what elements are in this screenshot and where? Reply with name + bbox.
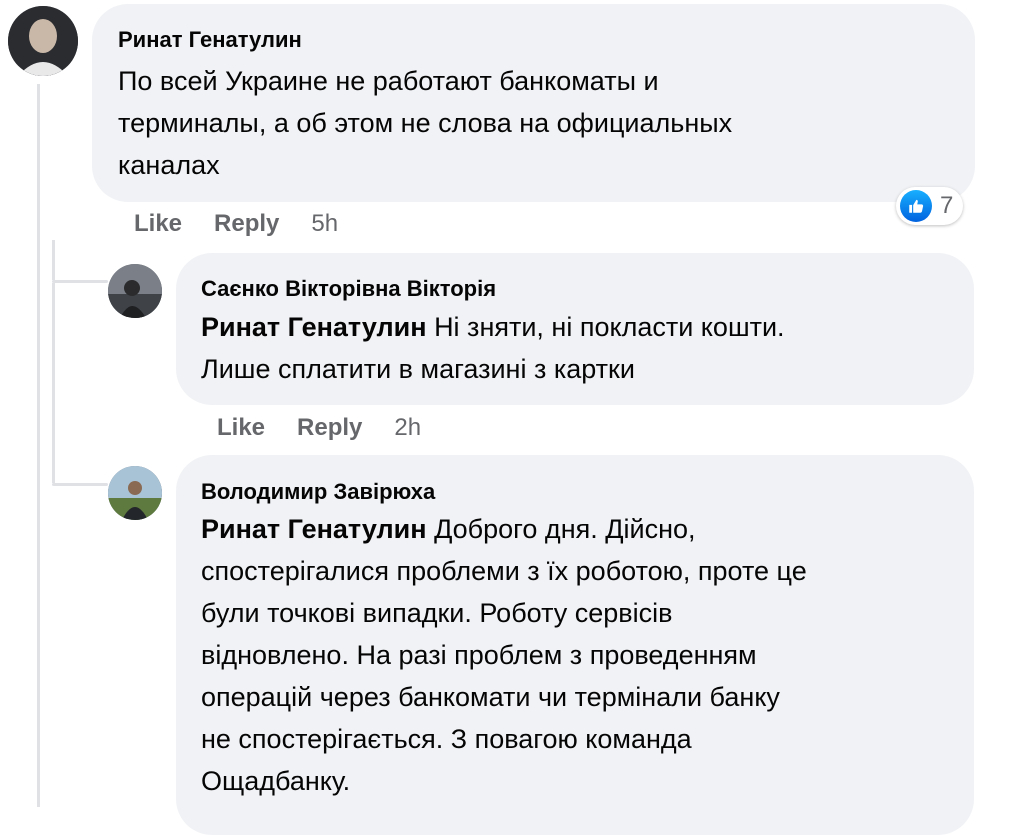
comment-timestamp[interactable]: 5h	[311, 210, 338, 238]
avatar-photo	[108, 466, 162, 520]
thread-branch-reply-1	[52, 240, 55, 280]
thread-branch-reply-2-connector	[52, 483, 108, 486]
mention-link[interactable]: Ринат Генатулин	[201, 514, 427, 544]
comment-text-line: операцій через банкомати чи термінали ба…	[201, 682, 780, 712]
comment-text-line: не спостерігається. З повагою команда	[201, 724, 692, 754]
comment-actions: Like Reply 5h	[134, 210, 338, 238]
comment-text: Ринат Генатулин Доброго дня. Дійсно, спо…	[201, 508, 961, 802]
avatar-photo	[108, 264, 162, 318]
comment-text-fragment: Ні зняти, ні покласти кошти.	[434, 312, 785, 342]
comment-text-line: були точкові випадки. Роботу сервісів	[201, 598, 673, 628]
avatar-photo	[8, 6, 78, 76]
comment-text-line: Лише сплатити в магазині з картки	[201, 354, 635, 384]
reaction-count: 7	[940, 192, 954, 219]
thread-branch-reply-2	[52, 283, 55, 483]
comment-author[interactable]: Володимир Завірюха	[201, 479, 435, 505]
comment-text: По всей Украине не работают банкоматы и …	[118, 60, 958, 186]
reaction-summary[interactable]: 7	[896, 187, 964, 225]
comment-text: Ринат Генатулин Ні зняти, ні покласти ко…	[201, 306, 961, 390]
mention-link[interactable]: Ринат Генатулин	[201, 312, 427, 342]
reply-button[interactable]: Reply	[214, 210, 279, 238]
comment-author[interactable]: Саєнко Вікторівна Вікторія	[201, 276, 496, 302]
avatar[interactable]	[108, 264, 162, 318]
comment-text-line: Ринат Генатулин Доброго дня. Дійсно,	[201, 508, 961, 550]
thumbs-up-icon	[900, 190, 932, 222]
thread-line-main	[37, 84, 40, 807]
comment-timestamp[interactable]: 2h	[394, 414, 421, 442]
like-button[interactable]: Like	[217, 414, 265, 442]
comment-text-line: відновлено. На разі проблем з проведення…	[201, 640, 757, 670]
like-button[interactable]: Like	[134, 210, 182, 238]
comment-text-line: Ринат Генатулин Ні зняти, ні покласти ко…	[201, 306, 961, 348]
comment-author[interactable]: Ринат Генатулин	[118, 27, 302, 53]
comment-text-line: каналах	[118, 150, 220, 180]
comment-text-line: терминалы, а об этом не слова на официал…	[118, 108, 733, 138]
avatar[interactable]	[108, 466, 162, 520]
comment-text-line: По всей Украине не работают банкоматы и	[118, 66, 659, 96]
avatar[interactable]	[8, 6, 78, 76]
thread-branch-reply-1-connector	[52, 280, 108, 283]
reply-button[interactable]: Reply	[297, 414, 362, 442]
comment-actions: Like Reply 2h	[217, 414, 421, 442]
comment-text-fragment: Доброго дня. Дійсно,	[434, 514, 696, 544]
comment-text-line: спостерігалися проблеми з їх роботою, пр…	[201, 556, 807, 586]
comment-text-line: Ощадбанку.	[201, 766, 351, 796]
